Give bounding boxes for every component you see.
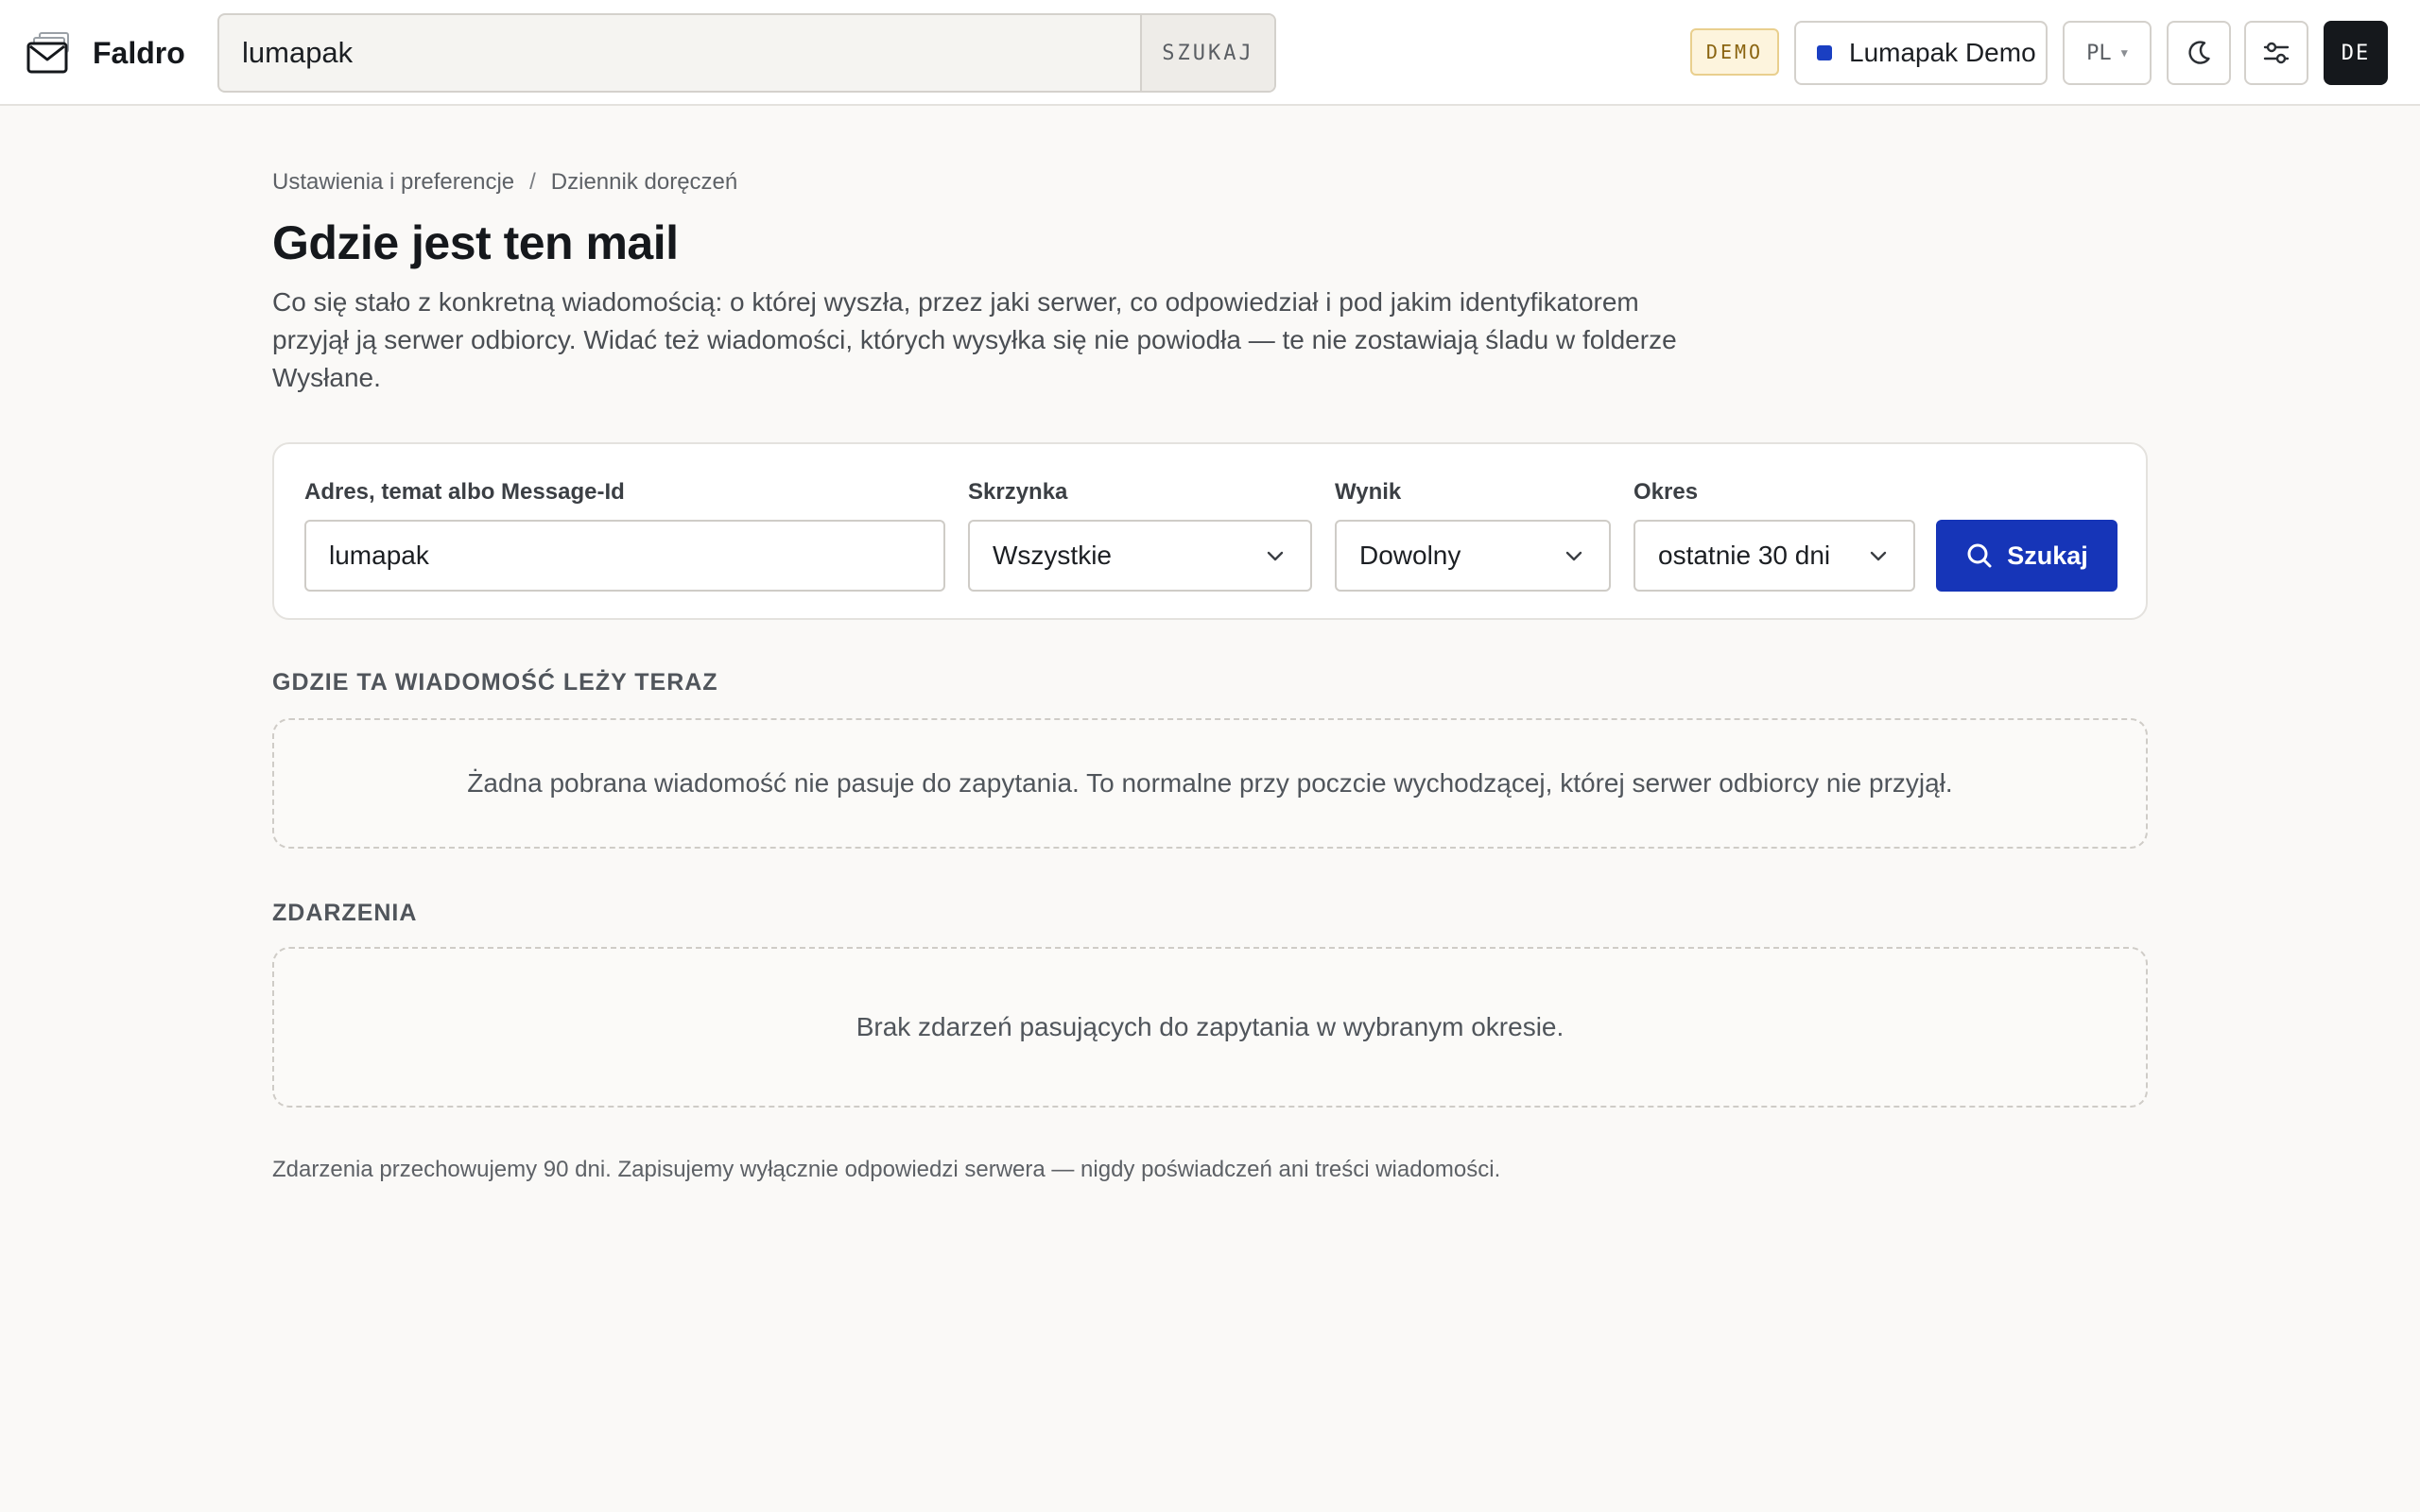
query-field: Adres, temat albo Message-Id [304,478,945,592]
events-empty-state: Brak zdarzeń pasujących do zapytania w w… [272,947,2148,1108]
result-value: Dowolny [1359,541,1461,570]
page-title: Gdzie jest ten mail [272,216,679,269]
result-select[interactable]: Dowolny [1335,520,1611,592]
search-icon [1967,543,1992,568]
events-section-heading: ZDARZENIA [272,900,418,926]
account-name: Lumapak Demo [1849,38,2036,67]
breadcrumb-separator: / [529,169,536,195]
retention-note: Zdarzenia przechowujemy 90 dni. Zapisuje… [272,1157,1501,1182]
where-empty-state: Żadna pobrana wiadomość nie pasuje do za… [272,718,2148,849]
result-label: Wynik [1335,479,1402,505]
where-section-heading: GDZIE TA WIADOMOŚĆ LEŻY TERAZ [272,669,718,696]
brand-name: Faldro [93,35,185,70]
chevron-down-icon [1870,551,1887,561]
filter-panel: Adres, temat albo Message-Id Skrzynka Ws… [272,442,2148,620]
mailbox-value: Wszystkie [993,541,1112,570]
breadcrumb-item-settings[interactable]: Ustawienia i preferencje [272,169,514,196]
caret-down-icon: ▼ [2120,46,2128,60]
mailbox-select[interactable]: Wszystkie [968,520,1312,592]
global-search-button[interactable]: SZUKAJ [1140,15,1274,91]
top-bar: Faldro SZUKAJ DEMO Lumapak Demo PL ▼ DE [0,0,2420,106]
moon-icon [2188,41,2210,64]
query-label: Adres, temat albo Message-Id [304,479,625,505]
account-switcher-button[interactable]: Lumapak Demo [1794,21,2048,85]
result-field: Wynik Dowolny [1335,478,1611,592]
search-button-label: Szukaj [2007,541,2088,570]
period-value: ostatnie 30 dni [1658,541,1831,570]
global-search: SZUKAJ [217,13,1276,93]
breadcrumb-item-delivery-log: Dziennik doręczeń [550,169,738,195]
sliders-icon [2263,42,2290,64]
search-button[interactable]: Szukaj [1936,520,2118,592]
mailbox-label: Skrzynka [968,479,1068,505]
period-field: Okres ostatnie 30 dni [1634,478,1915,592]
global-search-input[interactable] [219,15,1140,91]
period-select[interactable]: ostatnie 30 dni [1634,520,1915,592]
mailbox-field: Skrzynka Wszystkie [968,478,1312,592]
chevron-down-icon [1267,551,1284,561]
query-input[interactable] [329,541,921,571]
brand[interactable]: Faldro [26,28,185,77]
demo-badge: DEMO [1690,28,1779,76]
theme-toggle-button[interactable] [2167,21,2231,85]
language-code: PL [2086,41,2112,65]
breadcrumb: Ustawienia i preferencje / Dziennik dorę… [272,168,737,197]
period-label: Okres [1634,479,1699,505]
events-empty-text: Brak zdarzeń pasujących do zapytania w w… [856,1012,1564,1041]
language-select[interactable]: PL ▼ [2063,21,2152,85]
where-empty-text: Żadna pobrana wiadomość nie pasuje do za… [467,768,1953,798]
mail-logo-icon [26,32,69,74]
account-color-dot [1817,45,1832,60]
preferences-button[interactable] [2244,21,2308,85]
query-input-wrap [304,520,945,592]
page-description: Co się stało z konkretną wiadomością: o … [272,287,1677,392]
avatar[interactable]: DE [2324,21,2388,85]
chevron-down-icon [1565,551,1582,561]
